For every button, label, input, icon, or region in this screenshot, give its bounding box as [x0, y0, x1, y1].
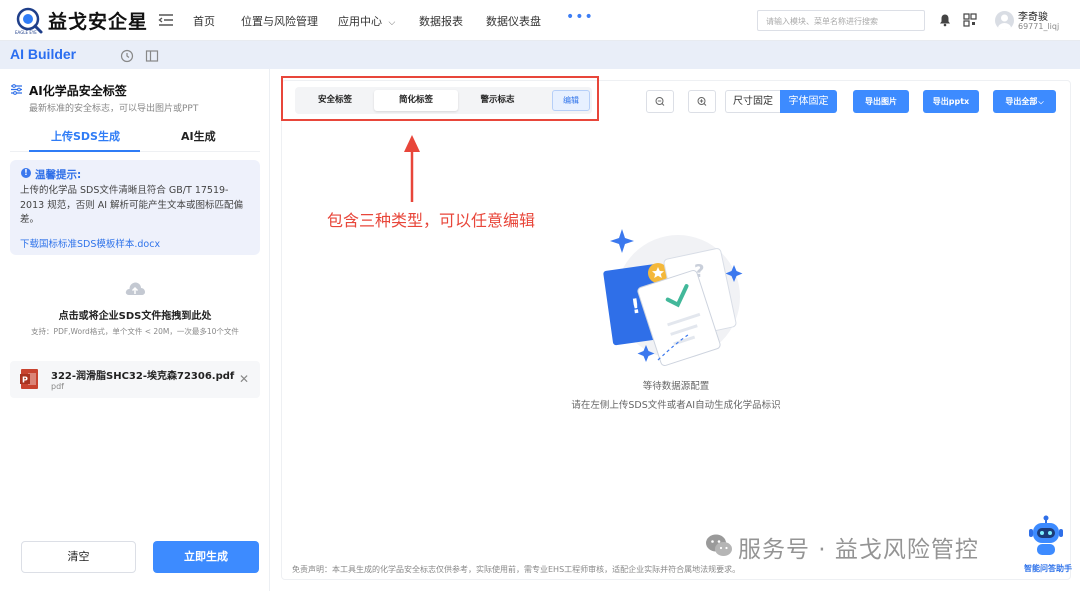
export-all-button[interactable]: 导出全部⌵: [993, 90, 1056, 113]
tip-title: 温馨提示:: [35, 169, 82, 181]
logo-sub-text: EAGLE EYE: [15, 30, 37, 35]
sub-header: [0, 41, 1080, 69]
avatar[interactable]: [995, 11, 1014, 30]
clock-icon[interactable]: [120, 49, 134, 63]
zoom-out-icon: [655, 97, 665, 106]
tab-upload-sds[interactable]: 上传SDS生成: [51, 128, 120, 144]
export-image-button[interactable]: 导出图片: [853, 90, 909, 113]
panel-layout-icon[interactable]: [145, 49, 159, 63]
clear-button[interactable]: 清空: [21, 541, 136, 573]
empty-state-hint: 请在左侧上传SDS文件或者AI自动生成化学品标识: [571, 400, 781, 411]
nav-location-risk[interactable]: 位置与风险管理: [241, 13, 318, 29]
zoom-in-icon: [697, 97, 707, 106]
page-title: AI Builder: [10, 46, 77, 62]
upload-dropzone-title[interactable]: 点击或将企业SDS文件拖拽到此处: [0, 307, 270, 322]
info-icon: !: [21, 168, 31, 178]
panel-subtitle: 最新标准的安全标志，可以导出图片或PPT: [29, 104, 199, 114]
nav-data-report[interactable]: 数据报表: [419, 13, 463, 29]
sliders-icon: [11, 84, 22, 95]
nav-app-center[interactable]: 应用中心 ⌵: [338, 13, 395, 29]
wechat-watermark: 服务号 · 益戈风险管控: [738, 537, 979, 563]
chevron-down-icon: ⌵: [388, 18, 396, 28]
qrcode-icon[interactable]: [963, 13, 977, 27]
search-input[interactable]: 请输入模块、菜单名称进行搜索: [757, 10, 925, 31]
export-all-label: 导出全部: [1005, 97, 1038, 106]
export-pptx-button[interactable]: 导出pptx: [923, 90, 979, 113]
panel-title: AI化学品安全标签: [29, 84, 127, 98]
nav-dashboard[interactable]: 数据仪表盘: [486, 13, 541, 29]
empty-state-title: 等待数据源配置: [642, 381, 710, 392]
chevron-down-icon: ⌵: [1038, 98, 1044, 106]
active-tab-indicator: [29, 150, 140, 152]
empty-state-illustration: ! ?: [603, 229, 743, 367]
zoom-out-button[interactable]: [646, 90, 674, 113]
disclaimer-text: 免责声明：本工具生成的化学品安全标志仅供参考，实际使用前，需专业EHS工程师审核…: [292, 565, 741, 574]
robot-assistant-icon[interactable]: [1028, 515, 1064, 557]
generate-button[interactable]: 立即生成: [153, 541, 259, 573]
user-name[interactable]: 李奇骏: [1018, 8, 1048, 23]
cloud-upload-icon[interactable]: [124, 280, 146, 298]
tip-body: 上传的化学品 SDS文件清晰且符合 GB/T 17519-2013 规范，否则 …: [20, 185, 244, 225]
nav-more-icon[interactable]: •••: [566, 9, 594, 25]
annotation-arrow-icon: [404, 135, 420, 202]
size-fixed-toggle[interactable]: 尺寸固定: [725, 90, 780, 113]
font-fixed-toggle[interactable]: 字体固定: [780, 90, 837, 113]
assistant-label[interactable]: 智能问答助手: [1024, 563, 1072, 574]
user-id: 69771_liqj: [1018, 22, 1060, 31]
annotation-text: 包含三种类型，可以任意编辑: [327, 211, 536, 230]
upload-hint: 支持：PDF,Word格式，单个文件 < 20M，一次最多10个文件: [31, 327, 239, 336]
tab-ai-generate[interactable]: AI生成: [181, 128, 216, 144]
bell-icon[interactable]: [938, 13, 952, 27]
menu-collapse-icon[interactable]: [158, 12, 174, 28]
zoom-in-button[interactable]: [688, 90, 716, 113]
app-logo-text: 益戈安企星: [48, 11, 149, 33]
template-download-link[interactable]: 下载国标标准SDS模板样本.docx: [20, 236, 160, 250]
eagle-eye-logo-icon[interactable]: EAGLE EYE: [14, 7, 44, 35]
nav-app-center-label: 应用中心: [338, 15, 382, 28]
annotation-highlight-box: [281, 76, 599, 121]
wechat-logo-icon: [706, 534, 732, 556]
nav-home[interactable]: 首页: [193, 13, 215, 29]
